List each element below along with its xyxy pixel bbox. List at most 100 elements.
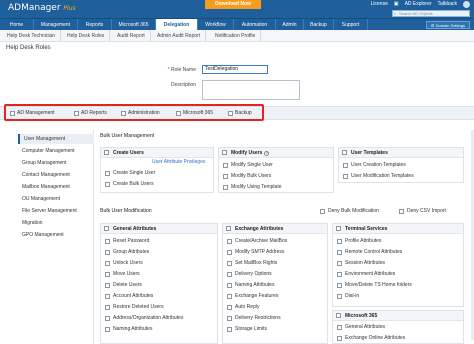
exchange-attributes-checkbox[interactable] (226, 226, 231, 231)
option-checkbox[interactable] (105, 293, 110, 299)
menu-group-management[interactable]: Group Management (18, 158, 94, 168)
deny-csv-import-checkbox[interactable] (399, 208, 404, 214)
license-link[interactable]: License (371, 1, 388, 8)
session-attributes-option[interactable]: Session Attributes (337, 260, 385, 266)
user-modification-templates-option[interactable]: User Modification Templates (343, 173, 414, 179)
naming-attributes-option[interactable]: Naming Attributes (105, 326, 152, 332)
option-checkbox[interactable] (227, 304, 232, 310)
subnav-notification-profile[interactable]: Notification Profile (210, 30, 262, 42)
modify-using-template-checkbox[interactable] (223, 184, 228, 190)
deny-bulk-modification-checkbox[interactable] (320, 208, 325, 214)
create-users-checkbox[interactable] (104, 150, 109, 155)
menu-ou-management[interactable]: OU Management (18, 194, 94, 204)
gift-icon[interactable]: ▣ (394, 1, 399, 8)
general-attributes-checkbox[interactable] (104, 226, 109, 231)
user-modification-templates-checkbox[interactable] (343, 173, 348, 179)
option-checkbox[interactable] (337, 282, 342, 288)
option-checkbox[interactable] (105, 326, 110, 332)
create-single-user-option[interactable]: Create Single User (105, 170, 155, 176)
dial-in-option[interactable]: Dial-in (337, 293, 359, 299)
terminal-services-checkbox[interactable] (336, 226, 341, 231)
deny-csv-import-option[interactable]: Deny CSV Import (399, 208, 446, 214)
subnav-help-desk-roles[interactable]: Help Desk Roles (62, 30, 111, 42)
delivery-restrictions-option[interactable]: Delivery Restrictions (227, 315, 281, 321)
option-checkbox[interactable] (227, 293, 232, 299)
exchange-naming-attributes-option[interactable]: Naming Attributes (227, 282, 274, 288)
address-organization-attributes-option[interactable]: Address/Organization Attributes (105, 315, 183, 321)
menu-file-server-management[interactable]: File Server Management (18, 206, 94, 216)
option-checkbox[interactable] (105, 238, 110, 244)
account-attributes-option[interactable]: Account Attributes (105, 293, 153, 299)
option-checkbox[interactable] (227, 249, 232, 255)
auto-reply-option[interactable]: Auto Reply (227, 304, 259, 310)
modify-single-user-checkbox[interactable] (223, 162, 228, 168)
option-checkbox[interactable] (337, 249, 342, 255)
subnav-help-desk-technician[interactable]: Help Desk Technician (2, 30, 61, 42)
option-checkbox[interactable] (105, 315, 110, 321)
role-name-input[interactable]: TestDelegation (202, 65, 268, 74)
search-input[interactable]: ⌕ Search AD Objects (392, 10, 470, 17)
m365-general-attributes-option[interactable]: General Attributes (337, 324, 385, 330)
unlock-users-option[interactable]: Unlock Users (105, 260, 143, 266)
remote-control-attributes-option[interactable]: Remote Control Attributes (337, 249, 402, 255)
exchange-features-option[interactable]: Exchange Features (227, 293, 278, 299)
environment-attributes-option[interactable]: Environment Attributes (337, 271, 395, 277)
user-avatar[interactable] (463, 1, 470, 8)
create-single-user-checkbox[interactable] (105, 170, 110, 176)
create-archive-mailbox-option[interactable]: Create/Archive MailBox (227, 238, 287, 244)
menu-mailbox-management[interactable]: Mailbox Management (18, 182, 94, 192)
user-creation-templates-option[interactable]: User Creation Templates (343, 162, 406, 168)
subnav-admin-audit-report[interactable]: Admin Audit Report (152, 30, 207, 42)
deny-bulk-modification-option[interactable]: Deny Bulk Modification (320, 208, 379, 214)
option-checkbox[interactable] (105, 304, 110, 310)
menu-computer-management[interactable]: Computer Management (18, 146, 94, 156)
microsoft-365-attributes-checkbox[interactable] (336, 313, 341, 318)
storage-limits-option[interactable]: Storage Limits (227, 326, 267, 332)
option-checkbox[interactable] (105, 271, 110, 277)
option-checkbox[interactable] (337, 271, 342, 277)
group-attributes-option[interactable]: Group Attributes (105, 249, 149, 255)
user-creation-templates-checkbox[interactable] (343, 162, 348, 168)
help-icon[interactable]: ? (264, 151, 270, 156)
option-checkbox[interactable] (337, 293, 342, 299)
modify-bulk-users-checkbox[interactable] (223, 173, 228, 179)
option-checkbox[interactable] (337, 238, 342, 244)
create-bulk-users-option[interactable]: Create Bulk Users (105, 181, 154, 187)
option-checkbox[interactable] (105, 260, 110, 266)
talkback-link[interactable]: Talkback (438, 1, 457, 8)
modify-smtp-address-option[interactable]: Modify SMTP Address (227, 249, 284, 255)
option-checkbox[interactable] (227, 315, 232, 321)
download-now-button[interactable]: Download Now (205, 0, 261, 9)
option-checkbox[interactable] (227, 260, 232, 266)
reset-password-option[interactable]: Reset Password (105, 238, 149, 244)
modify-single-user-option[interactable]: Modify Single User (223, 162, 273, 168)
delivery-options-option[interactable]: Delivery Options (227, 271, 272, 277)
modify-bulk-users-option[interactable]: Modify Bulk Users (223, 173, 271, 179)
menu-migration[interactable]: Migration (18, 218, 94, 228)
option-checkbox[interactable] (337, 260, 342, 266)
option-checkbox[interactable] (337, 335, 342, 341)
option-checkbox[interactable] (227, 326, 232, 332)
domain-settings-button[interactable]: ⚙ Domain Settings (425, 21, 470, 29)
set-mailbox-rights-option[interactable]: Set MailBox Rights (227, 260, 277, 266)
user-templates-checkbox[interactable] (342, 150, 347, 155)
restore-deleted-users-option[interactable]: Restore Deleted Users (105, 304, 164, 310)
option-checkbox[interactable] (227, 271, 232, 277)
modify-users-checkbox[interactable] (222, 150, 227, 155)
description-textarea[interactable] (202, 80, 300, 100)
delete-users-option[interactable]: Delete Users (105, 282, 142, 288)
exchange-online-attributes-option[interactable]: Exchange Online Attributes (337, 335, 405, 341)
modify-using-template-option[interactable]: Modify Using Template (223, 184, 282, 190)
app-logo[interactable]: ADManager Plus (8, 3, 76, 13)
subnav-audit-report[interactable]: Audit Report (112, 30, 151, 42)
move-delete-ts-home-folders-option[interactable]: Move/Delete TS Home folders (337, 282, 412, 288)
ad-explorer-link[interactable]: AD Explorer (405, 1, 432, 8)
option-checkbox[interactable] (105, 249, 110, 255)
move-users-option[interactable]: Move Users (105, 271, 140, 277)
menu-gpo-management[interactable]: GPO Management (18, 230, 94, 240)
option-checkbox[interactable] (337, 324, 342, 330)
create-bulk-users-checkbox[interactable] (105, 181, 110, 187)
menu-user-management[interactable]: User Management (18, 134, 94, 144)
profile-attributes-option[interactable]: Profile Attributes (337, 238, 381, 244)
menu-contact-management[interactable]: Contact Management (18, 170, 94, 180)
